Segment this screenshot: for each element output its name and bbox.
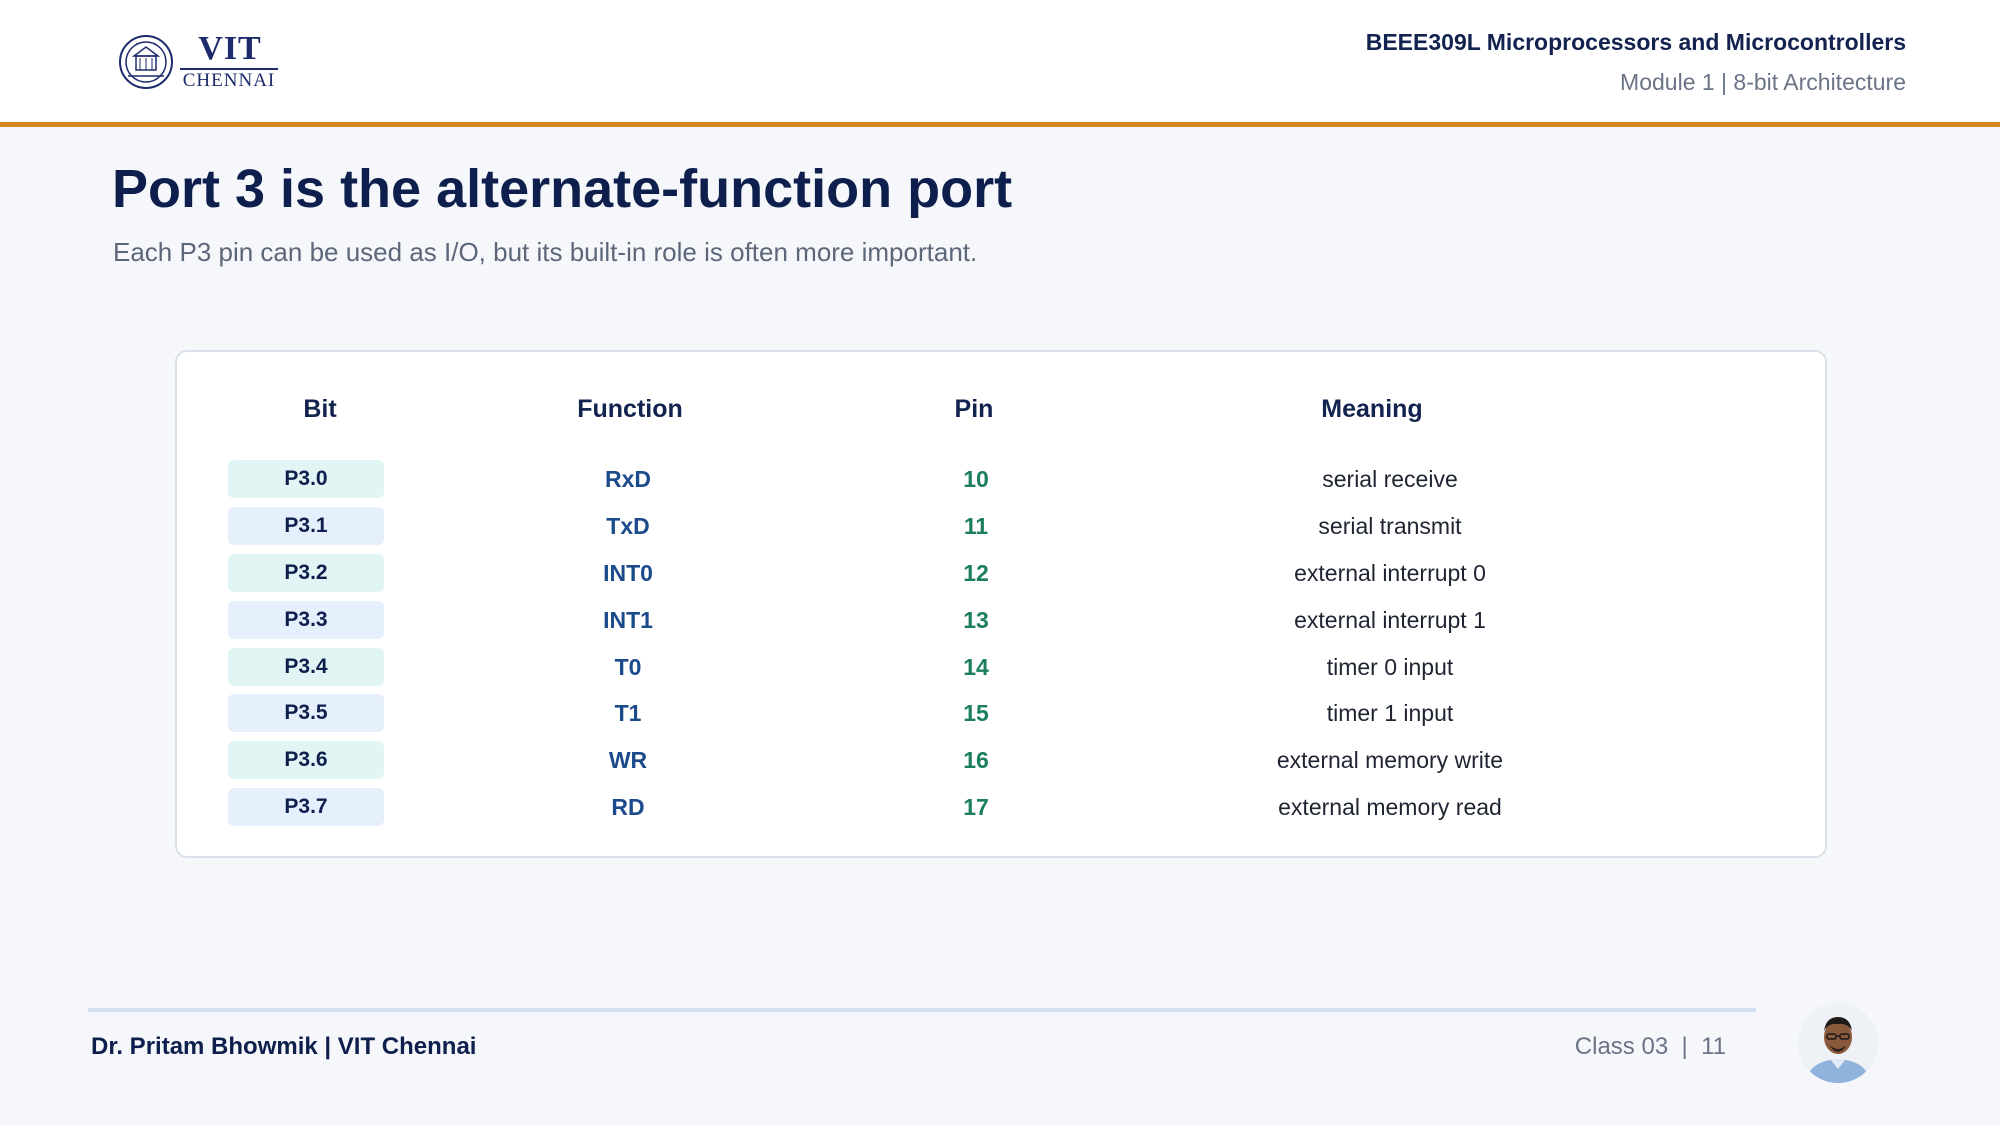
slide-header: VIT CHENNAI BEEE309L Microprocessors and… — [0, 0, 2000, 127]
meaning-cell: external memory write — [1276, 746, 1504, 773]
slide-title: Port 3 is the alternate-function port — [112, 159, 1013, 219]
table-row: P3.5 T1 15 timer 1 input — [0, 694, 2000, 734]
header-meaning: Meaning — [1321, 395, 1423, 423]
function-cell: RD — [611, 793, 645, 820]
function-cell: T0 — [614, 653, 642, 680]
pin-cell: 15 — [963, 699, 989, 726]
meaning-cell: timer 0 input — [1326, 653, 1454, 680]
bit-cell: P3.3 — [228, 601, 384, 639]
bit-cell: P3.4 — [228, 648, 384, 686]
table-row: P3.2 INT0 12 external interrupt 0 — [0, 554, 2000, 594]
meaning-cell: serial receive — [1322, 465, 1458, 492]
function-cell: WR — [608, 746, 648, 773]
slide-subtitle: Each P3 pin can be used as I/O, but its … — [113, 237, 978, 267]
footer-author: Dr. Pritam Bhowmik | VIT Chennai — [91, 1033, 477, 1060]
vit-chennai-logo: VIT CHENNAI — [118, 30, 318, 92]
footer-divider — [88, 1008, 1756, 1012]
table-row: P3.6 WR 16 external memory write — [0, 741, 2000, 781]
bit-cell: P3.5 — [228, 694, 384, 732]
header-pin: Pin — [954, 395, 994, 423]
function-cell: INT0 — [603, 559, 653, 586]
bit-cell: P3.1 — [228, 507, 384, 545]
bit-cell: P3.7 — [228, 788, 384, 826]
meaning-cell: serial transmit — [1318, 512, 1462, 539]
table-row: P3.4 T0 14 timer 0 input — [0, 648, 2000, 688]
logo-text-vit: VIT — [198, 30, 262, 67]
table-row: P3.3 INT1 13 external interrupt 1 — [0, 601, 2000, 641]
meaning-cell: external memory read — [1278, 793, 1502, 820]
vit-seal-icon — [119, 35, 173, 89]
bit-cell: P3.0 — [228, 460, 384, 498]
pin-cell: 14 — [963, 653, 989, 680]
meaning-cell: external interrupt 0 — [1294, 559, 1486, 586]
presenter-photo-icon — [1798, 1003, 1878, 1083]
pin-cell: 13 — [963, 606, 989, 633]
table-row: P3.7 RD 17 external memory read — [0, 788, 2000, 828]
module-label: Module 1 | 8-bit Architecture — [1620, 69, 1906, 95]
logo-text-chennai: CHENNAI — [182, 70, 276, 91]
presenter-avatar — [1798, 1003, 1878, 1083]
function-cell: T1 — [614, 699, 642, 726]
pin-cell: 12 — [963, 559, 989, 586]
footer-page-number: Class 03 | 11 — [1574, 1033, 1726, 1060]
pin-cell: 17 — [963, 793, 989, 820]
function-cell: RxD — [604, 465, 651, 492]
table-row: P3.0 RxD 10 serial receive — [0, 460, 2000, 500]
pin-cell: 16 — [963, 746, 989, 773]
function-cell: INT1 — [603, 606, 653, 633]
meaning-cell: external interrupt 1 — [1294, 606, 1486, 633]
function-cell: TxD — [606, 512, 650, 539]
pin-cell: 10 — [963, 465, 989, 492]
table-row: P3.1 TxD 11 serial transmit — [0, 507, 2000, 547]
header-bit: Bit — [303, 395, 337, 423]
meaning-cell: timer 1 input — [1326, 699, 1454, 726]
course-title: BEEE309L Microprocessors and Microcontro… — [1365, 29, 1906, 55]
bit-cell: P3.2 — [228, 554, 384, 592]
header-function: Function — [577, 395, 683, 423]
bit-cell: P3.6 — [228, 741, 384, 779]
pin-cell: 11 — [963, 512, 989, 539]
